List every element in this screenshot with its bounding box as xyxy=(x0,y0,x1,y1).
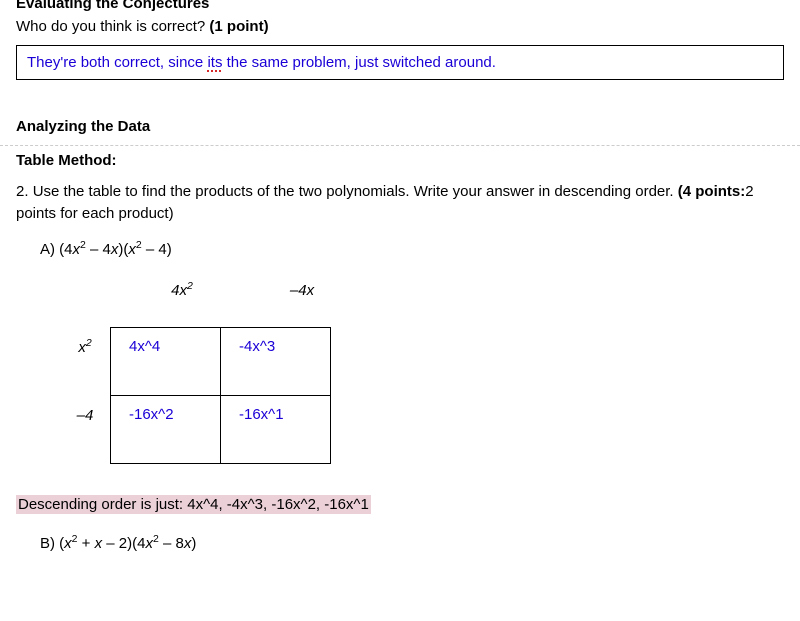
answer-box-1[interactable]: They're both correct, since its the same… xyxy=(16,45,784,80)
descending-order-answer: Descending order is just: 4x^4, -4x^3, -… xyxy=(16,496,784,513)
question-2: 2. Use the table to find the products of… xyxy=(0,169,800,225)
cell-2-2[interactable]: -16x^1 xyxy=(221,395,331,463)
row-header-2: –4 xyxy=(60,395,110,463)
answer-1-part2: the same problem, just switched around. xyxy=(222,54,495,71)
heading-evaluating: Evaluating the Conjectures xyxy=(0,0,800,12)
answer-1-grammar-error[interactable]: its xyxy=(207,54,222,71)
heading-table-method: Table Method: xyxy=(0,146,800,169)
table-row: 4x^4 -4x^3 xyxy=(111,327,331,395)
table-row: -16x^2 -16x^1 xyxy=(111,395,331,463)
table-row-headers: x2 –4 xyxy=(60,327,110,464)
row-header-1: x2 xyxy=(60,327,110,395)
question-1-text: Who do you think is correct? xyxy=(16,18,209,35)
col-header-1: 4x2 xyxy=(132,282,232,327)
col-header-2: –4x xyxy=(252,282,352,327)
answer-1-part1: They're both correct, since xyxy=(27,54,207,71)
question-1: Who do you think is correct? (1 point) xyxy=(0,12,800,45)
cell-2-1[interactable]: -16x^2 xyxy=(111,395,221,463)
problem-b: B) (x2 + x – 2)(4x2 – 8x) xyxy=(0,525,800,552)
highlighted-text[interactable]: Descending order is just: 4x^4, -4x^3, -… xyxy=(16,495,371,514)
cell-1-2[interactable]: -4x^3 xyxy=(221,327,331,395)
question-1-points: (1 point) xyxy=(209,18,268,35)
table-col-headers: 4x2 –4x xyxy=(132,282,390,327)
question-2-num: 2. xyxy=(16,183,33,200)
question-2-text: Use the table to find the products of th… xyxy=(33,183,678,200)
question-2-points-label: (4 points: xyxy=(678,183,746,200)
problem-a: A) (4x2 – 4x)(x2 – 4) xyxy=(0,225,800,258)
table-grid: 4x^4 -4x^3 -16x^2 -16x^1 xyxy=(110,327,331,464)
heading-analyzing: Analyzing the Data xyxy=(0,100,800,141)
cell-1-1[interactable]: 4x^4 xyxy=(111,327,221,395)
multiplication-table: 4x2 –4x x2 –4 4x^4 -4x^3 -16x^2 -16x^1 xyxy=(60,282,390,464)
